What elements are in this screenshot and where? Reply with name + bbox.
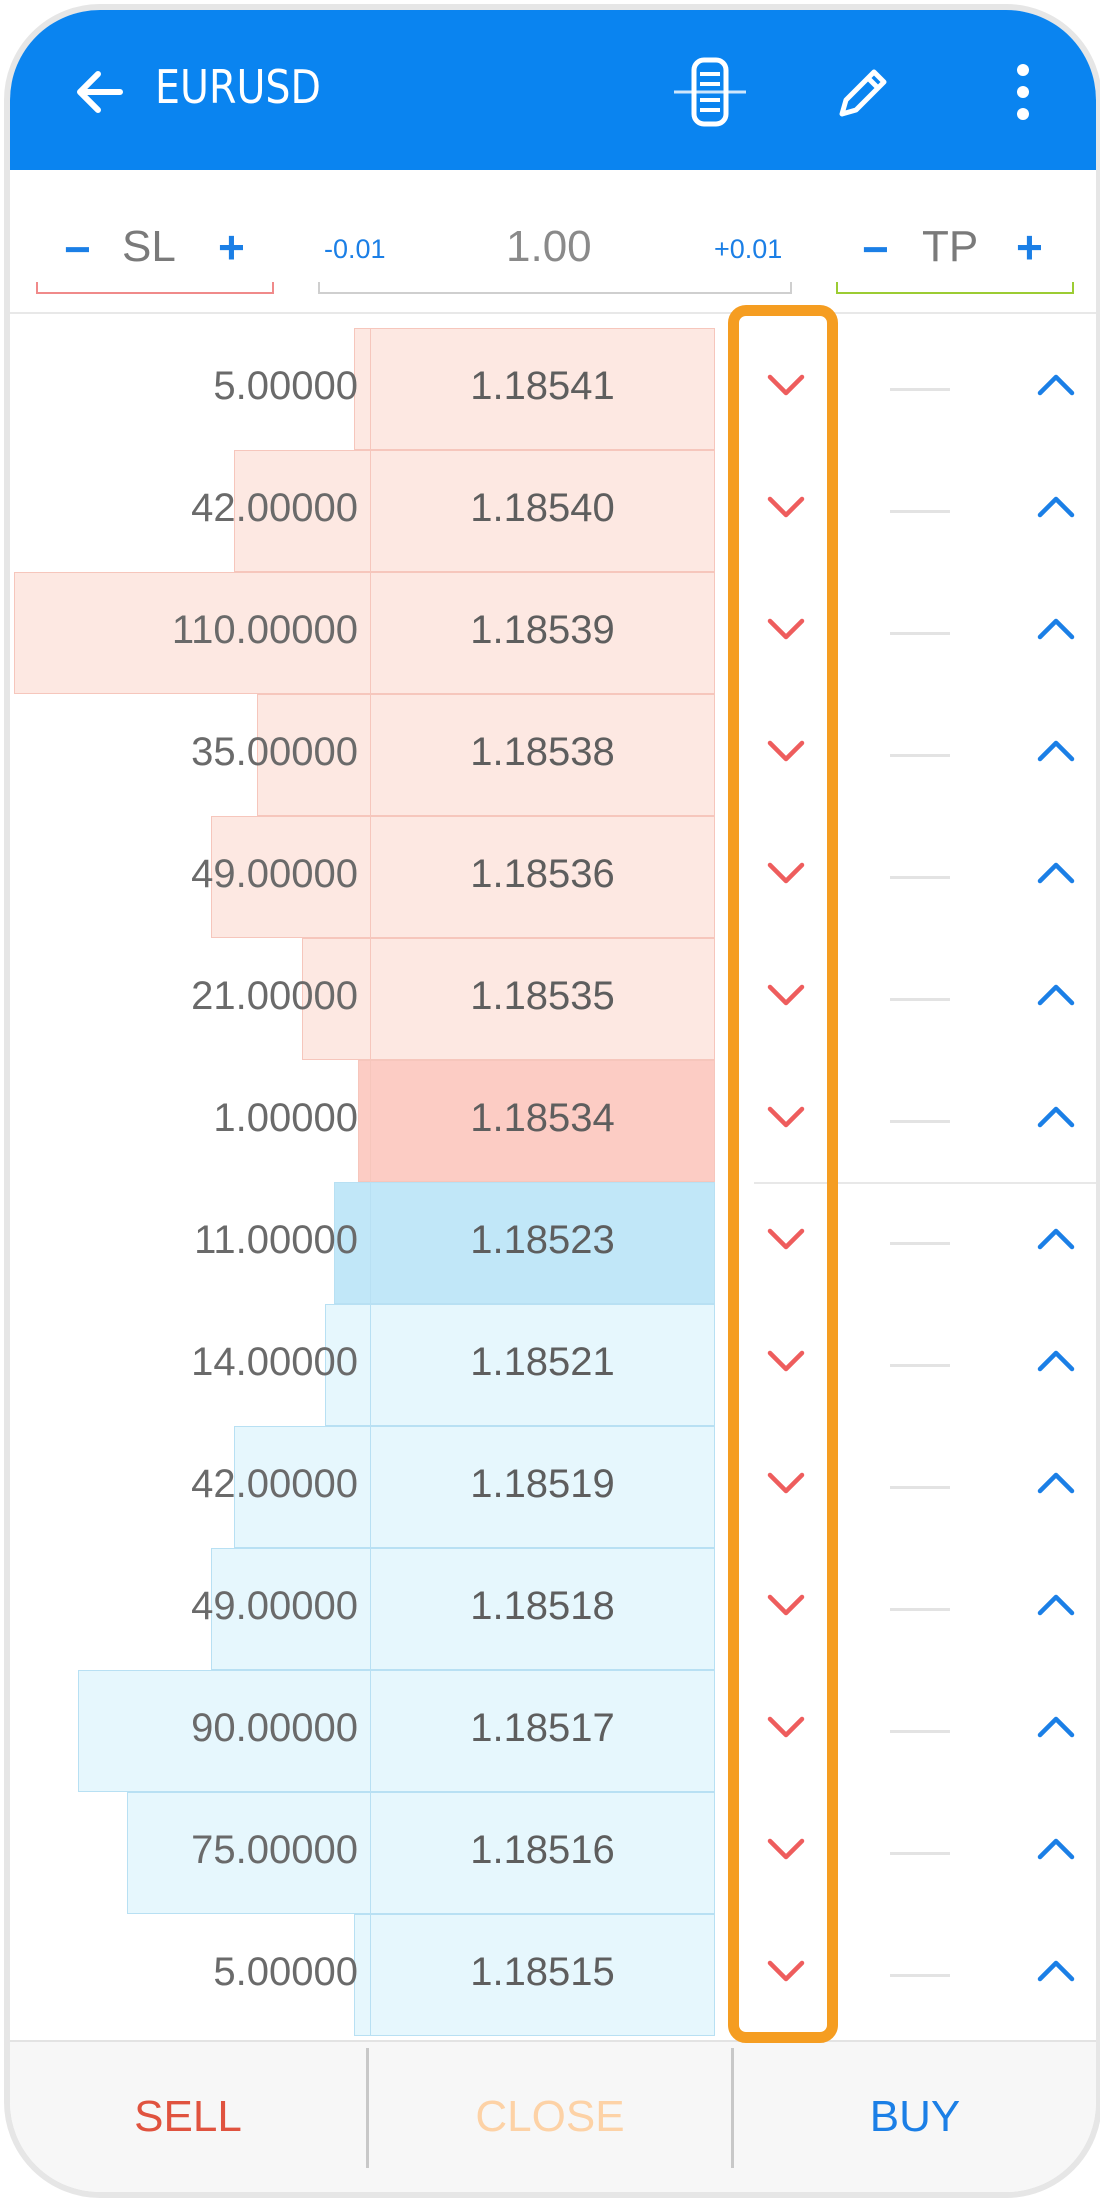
ask-row: 42.00000 1.18540 xyxy=(10,450,1096,572)
volume-value: 11.00000 xyxy=(194,1218,358,1262)
price-value[interactable]: 1.18516 xyxy=(370,1828,715,1873)
sl-underline xyxy=(36,282,274,294)
buy-limit-chevron-icon[interactable] xyxy=(1036,1836,1076,1862)
volume-decrement-button[interactable]: -0.01 xyxy=(324,234,386,265)
ask-row: 49.00000 1.18536 xyxy=(10,816,1096,938)
bid-row: 14.00000 1.18521 xyxy=(10,1304,1096,1426)
symbol-title: EURUSD xyxy=(155,60,321,114)
tp-increase-button[interactable]: + xyxy=(1016,220,1043,274)
buy-limit-chevron-icon[interactable] xyxy=(1036,1470,1076,1496)
tp-decrease-button[interactable]: − xyxy=(862,222,889,276)
order-placeholder-dash xyxy=(890,1730,950,1733)
more-vert-icon[interactable] xyxy=(1008,62,1038,122)
bid-row: 5.00000 1.18515 xyxy=(10,1914,1096,2036)
pencil-icon[interactable] xyxy=(832,60,896,124)
sell-button[interactable]: SELL xyxy=(10,2042,366,2192)
phone-frame: EURUSD − SL + -0.01 1.00 +0.01 − TP + 5.… xyxy=(4,4,1100,2198)
price-value[interactable]: 1.18534 xyxy=(370,1096,715,1141)
buy-limit-chevron-icon[interactable] xyxy=(1036,372,1076,398)
volume-value: 1.00000 xyxy=(213,1096,358,1140)
buy-limit-chevron-icon[interactable] xyxy=(1036,616,1076,642)
bid-row: 11.00000 1.18523 xyxy=(10,1182,1096,1304)
buy-limit-chevron-icon[interactable] xyxy=(1036,1226,1076,1252)
order-placeholder-dash xyxy=(890,876,950,879)
order-placeholder-dash xyxy=(890,510,950,513)
bid-row: 42.00000 1.18519 xyxy=(10,1426,1096,1548)
ask-row: 35.00000 1.18538 xyxy=(10,694,1096,816)
buy-limit-chevron-icon[interactable] xyxy=(1036,1714,1076,1740)
ask-row: 5.00000 1.18541 xyxy=(10,328,1096,450)
order-placeholder-dash xyxy=(890,1364,950,1367)
volume-value[interactable]: 1.00 xyxy=(506,222,592,272)
sl-increase-button[interactable]: + xyxy=(218,220,245,274)
depth-of-market-icon[interactable] xyxy=(670,52,750,132)
tp-underline xyxy=(836,282,1074,294)
tp-label: TP xyxy=(922,222,979,271)
order-placeholder-dash xyxy=(890,388,950,391)
price-value[interactable]: 1.18523 xyxy=(370,1218,715,1263)
volume-value: 75.00000 xyxy=(191,1828,358,1872)
ask-row: 1.00000 1.18534 xyxy=(10,1060,1096,1182)
volume-value: 49.00000 xyxy=(191,1584,358,1628)
ask-row: 21.00000 1.18535 xyxy=(10,938,1096,1060)
order-placeholder-dash xyxy=(890,754,950,757)
sl-label: SL xyxy=(122,222,176,271)
order-placeholder-dash xyxy=(890,1120,950,1123)
close-button[interactable]: CLOSE xyxy=(369,2042,731,2192)
volume-value: 90.00000 xyxy=(191,1706,358,1750)
volume-value: 21.00000 xyxy=(191,974,358,1018)
price-value[interactable]: 1.18539 xyxy=(370,608,715,653)
volume-increment-button[interactable]: +0.01 xyxy=(714,234,782,265)
buy-limit-chevron-icon[interactable] xyxy=(1036,1958,1076,1984)
order-footer: SELL CLOSE BUY xyxy=(10,2040,1096,2192)
bid-row: 75.00000 1.18516 xyxy=(10,1792,1096,1914)
order-controls: − SL + -0.01 1.00 +0.01 − TP + xyxy=(10,170,1096,320)
bid-row: 49.00000 1.18518 xyxy=(10,1548,1096,1670)
order-placeholder-dash xyxy=(890,1242,950,1245)
buy-limit-chevron-icon[interactable] xyxy=(1036,1104,1076,1130)
volume-value: 110.00000 xyxy=(171,608,358,652)
price-value[interactable]: 1.18540 xyxy=(370,486,715,531)
volume-value: 14.00000 xyxy=(191,1340,358,1384)
volume-value: 42.00000 xyxy=(191,1462,358,1506)
buy-limit-chevron-icon[interactable] xyxy=(1036,1348,1076,1374)
price-value[interactable]: 1.18517 xyxy=(370,1706,715,1751)
bid-row: 90.00000 1.18517 xyxy=(10,1670,1096,1792)
buy-limit-chevron-icon[interactable] xyxy=(1036,860,1076,886)
price-value[interactable]: 1.18518 xyxy=(370,1584,715,1629)
buy-limit-chevron-icon[interactable] xyxy=(1036,494,1076,520)
ask-row: 110.00000 1.18539 xyxy=(10,572,1096,694)
back-arrow-icon[interactable] xyxy=(70,62,130,122)
volume-value: 42.00000 xyxy=(191,486,358,530)
buy-limit-chevron-icon[interactable] xyxy=(1036,982,1076,1008)
price-value[interactable]: 1.18521 xyxy=(370,1340,715,1385)
order-placeholder-dash xyxy=(890,998,950,1001)
buy-limit-chevron-icon[interactable] xyxy=(1036,1592,1076,1618)
price-value[interactable]: 1.18515 xyxy=(370,1950,715,1995)
volume-value: 5.00000 xyxy=(213,364,358,408)
volume-value: 5.00000 xyxy=(213,1950,358,1994)
volume-depth-bar xyxy=(358,1060,370,1182)
price-value[interactable]: 1.18519 xyxy=(370,1462,715,1507)
volume-value: 35.00000 xyxy=(191,730,358,774)
sl-decrease-button[interactable]: − xyxy=(64,222,91,276)
buy-limit-chevron-icon[interactable] xyxy=(1036,738,1076,764)
order-placeholder-dash xyxy=(890,632,950,635)
order-placeholder-dash xyxy=(890,1974,950,1977)
app-bar: EURUSD xyxy=(10,10,1096,170)
order-placeholder-dash xyxy=(890,1486,950,1489)
order-placeholder-dash xyxy=(890,1852,950,1855)
price-value[interactable]: 1.18536 xyxy=(370,852,715,897)
sell-column-highlight xyxy=(728,305,838,2043)
volume-value: 49.00000 xyxy=(191,852,358,896)
order-placeholder-dash xyxy=(890,1608,950,1611)
controls-divider xyxy=(10,312,1096,314)
price-value[interactable]: 1.18541 xyxy=(370,364,715,409)
price-value[interactable]: 1.18535 xyxy=(370,974,715,1019)
price-value[interactable]: 1.18538 xyxy=(370,730,715,775)
volume-underline xyxy=(318,282,792,294)
buy-button[interactable]: BUY xyxy=(734,2042,1096,2192)
